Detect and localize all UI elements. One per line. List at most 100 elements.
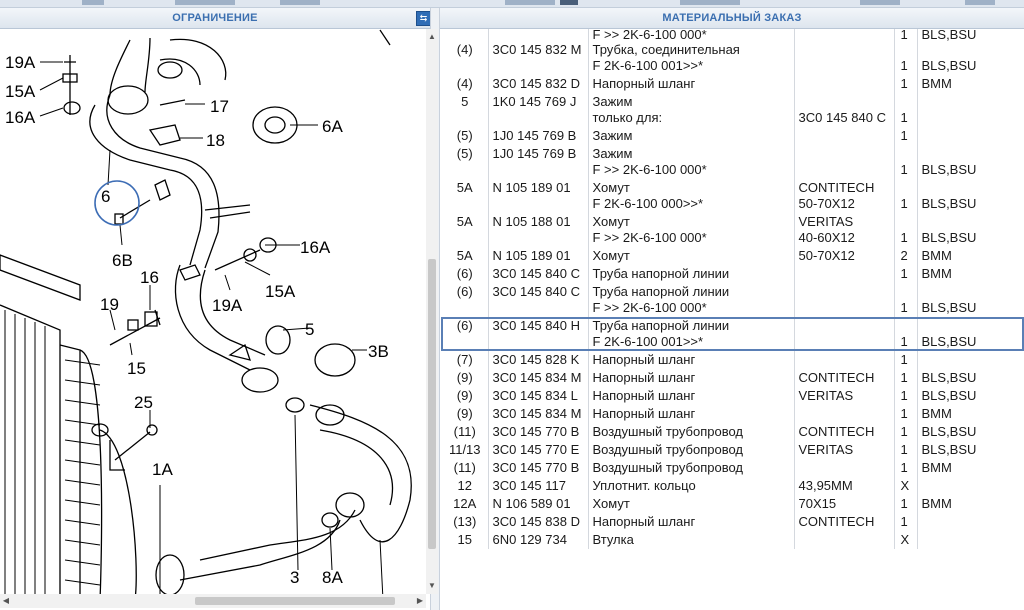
table-row[interactable]: (11) 3C0 145 770 B Воздушный трубопровод CO… [441,423,1024,441]
cell-text [799,266,891,282]
table-row[interactable]: (6) 3C0 145 840 C Труба напорной линии F >>… [441,283,1024,317]
toolbar-button[interactable] [175,0,235,5]
toolbar-button[interactable] [280,0,320,5]
diagram-vertical-scrollbar[interactable]: ▲ ▼ [426,29,438,594]
cell-description: Хомут [588,495,795,513]
cell-model [917,513,1024,531]
scroll-left-icon[interactable]: ◀ [0,594,12,608]
table-row[interactable]: (9) 3C0 145 834 M Напорный шланг CONTITECH 1… [441,369,1024,387]
cell-text: 3C0 145 834 L [492,388,578,403]
cell-text: CONTITECH [798,424,875,439]
diagram-callout-label[interactable]: 5 [305,320,314,339]
toolbar-button[interactable] [505,0,555,5]
cell-quantity: 1 [894,41,918,75]
diagram-callout-label[interactable]: 15A [5,82,36,101]
cell-part-number: 3C0 145 834 L [488,387,589,405]
diagram-callout-label[interactable]: 3 [290,568,299,587]
cell-quantity: X [894,531,918,549]
table-row[interactable]: (4) 3C0 145 832 M Трубка, соединительная F … [441,41,1024,75]
cell-model: BMM [917,495,1024,513]
diagram-callout-label[interactable]: 17 [210,97,229,116]
diagram-callout-label[interactable]: 3B [368,342,389,361]
table-row[interactable]: 12A N 106 589 01 Хомут 70X15 1 BMM [441,495,1024,513]
table-row[interactable]: (5) 1J0 145 769 B Зажим 1 [441,127,1024,145]
cell-note [794,75,895,93]
scroll-thumb[interactable] [428,259,436,549]
diagram-callout-label[interactable]: 19A [212,296,243,315]
diagram-horizontal-scrollbar[interactable]: ◀ ▶ [0,594,426,608]
cell-text: BLS,BSU [921,370,977,385]
diagram-callout-label[interactable]: 6 [101,187,110,206]
diagram-callout-label[interactable]: 16A [300,238,331,257]
cell-text: BLS,BSU [921,230,977,245]
cell-position: 12A [441,495,489,513]
table-row[interactable]: 5 1K0 145 769 J Зажим только для: 3C0 145 8… [441,93,1024,127]
diagram-callout-label[interactable]: 15A [265,282,296,301]
diagram-callout-label[interactable]: 15 [127,359,146,378]
diagram-callout-label[interactable]: 8A [322,568,343,587]
cell-text: 5A [456,248,473,263]
table-row[interactable]: 15 6N0 129 734 Втулка X [441,531,1024,549]
cell-text: 1 [900,352,908,367]
table-row[interactable]: (4) 3C0 145 832 D Напорный шланг 1 BMM [441,75,1024,93]
diagram-callout-label[interactable]: 16A [5,108,36,127]
cell-model: BLS,BSU [917,41,1024,75]
table-row[interactable]: 11/13 3C0 145 770 E Воздушный трубопровод V… [441,441,1024,459]
cell-position: 5 [441,93,489,127]
table-row[interactable]: 5A N 105 189 01 Хомут 50-70X12 2 BMM [441,247,1024,265]
table-row[interactable]: (9) 3C0 145 834 L Напорный шланг VERITAS 1 BL… [441,387,1024,405]
cell-part-number: N 105 188 01 [488,213,589,247]
cell-text: F >> 2K-6-100 000* [592,29,707,41]
table-row[interactable]: (6) 3C0 145 840 C Труба напорной линии 1 BM… [441,265,1024,283]
table-row[interactable]: F >> 2K-6-100 000* 1 BLS,BSU [441,29,1024,41]
scroll-up-icon[interactable]: ▲ [426,31,438,43]
cell-quantity: 1 [894,93,918,127]
diagram-callout-label[interactable]: 6A [322,117,343,136]
table-row[interactable]: (11) 3C0 145 770 B Воздушный трубопровод 1… [441,459,1024,477]
diagram-callout-label[interactable]: 25 [134,393,153,412]
toolbar-button[interactable] [680,0,740,5]
cell-part-number: 3C0 145 838 D [488,513,589,531]
cell-description: Напорный шланг [588,387,795,405]
scroll-down-icon[interactable]: ▼ [426,580,438,592]
diagram-callout-label[interactable]: 16 [140,268,159,287]
cell-text: 1 [900,162,908,177]
table-row[interactable]: (13) 3C0 145 838 D Напорный шланг CONTITECH… [441,513,1024,531]
cell-model [917,351,1024,369]
table-row[interactable]: 5A N 105 189 01 Хомут F 2K-6-100 000>>* CONT… [441,179,1024,213]
cell-description: Напорный шланг [588,405,795,423]
cell-model [917,93,1024,127]
parts-diagram[interactable]: 19A 15A 16A 17 18 6A 6 6B 16A 15A 19A 16 19 15 5 3B 25 1A… [0,29,426,594]
table-row[interactable]: (9) 3C0 145 834 M Напорный шланг 1 BMM [441,405,1024,423]
table-row[interactable]: 12 3C0 145 117 Уплотнит. кольцо 43,95MM X [441,477,1024,495]
parts-table-container[interactable]: F >> 2K-6-100 000* 1 BLS,BSU (4) 3C0 145 83… [441,29,1024,610]
table-row[interactable]: (5) 1J0 145 769 B Зажим F >> 2K-6-100 000* … [441,145,1024,179]
toolbar-button[interactable] [860,0,900,5]
cell-text: BLS,BSU [921,334,977,349]
cell-text: BMM [921,248,952,263]
cell-text [445,30,485,40]
cell-text: 3C0 145 770 E [492,442,580,457]
cell-text: 3C0 145 770 B [492,424,580,439]
table-row-selected[interactable]: (6) 3C0 145 840 H Труба напорной линии F 2K… [441,317,1024,351]
diagram-callout-label[interactable]: 18 [206,131,225,150]
cell-description: Напорный шланг [588,513,795,531]
cell-text: BMM [921,496,952,511]
diagram-callout-label[interactable]: 19A [5,53,36,72]
scroll-thumb[interactable] [195,597,395,605]
toolbar-button[interactable] [560,0,578,5]
cell-text: VERITAS [798,442,854,457]
diagram-callout-label[interactable]: 1A [152,460,173,479]
diagram-callout-label[interactable]: 6B [112,251,133,270]
table-row[interactable]: 5A N 105 188 01 Хомут F >> 2K-6-100 000* VER… [441,213,1024,247]
cell-description: Воздушный трубопровод [588,441,795,459]
cell-model: BLS,BSU [917,423,1024,441]
diagram-callout-label[interactable]: 19 [100,295,119,314]
scroll-right-icon[interactable]: ▶ [414,594,426,608]
diagram-labels: 19A 15A 16A 17 18 6A 6 6B 16A 15A 19A 16 19 15 5 3B 25 1A… [5,53,389,587]
cell-position: (4) [441,41,489,75]
table-row[interactable]: (7) 3C0 145 828 K Напорный шланг 1 [441,351,1024,369]
toolbar-button[interactable] [965,0,995,5]
panel-toggle-icon[interactable]: ⇆ [416,11,431,26]
toolbar-button[interactable] [82,0,104,5]
